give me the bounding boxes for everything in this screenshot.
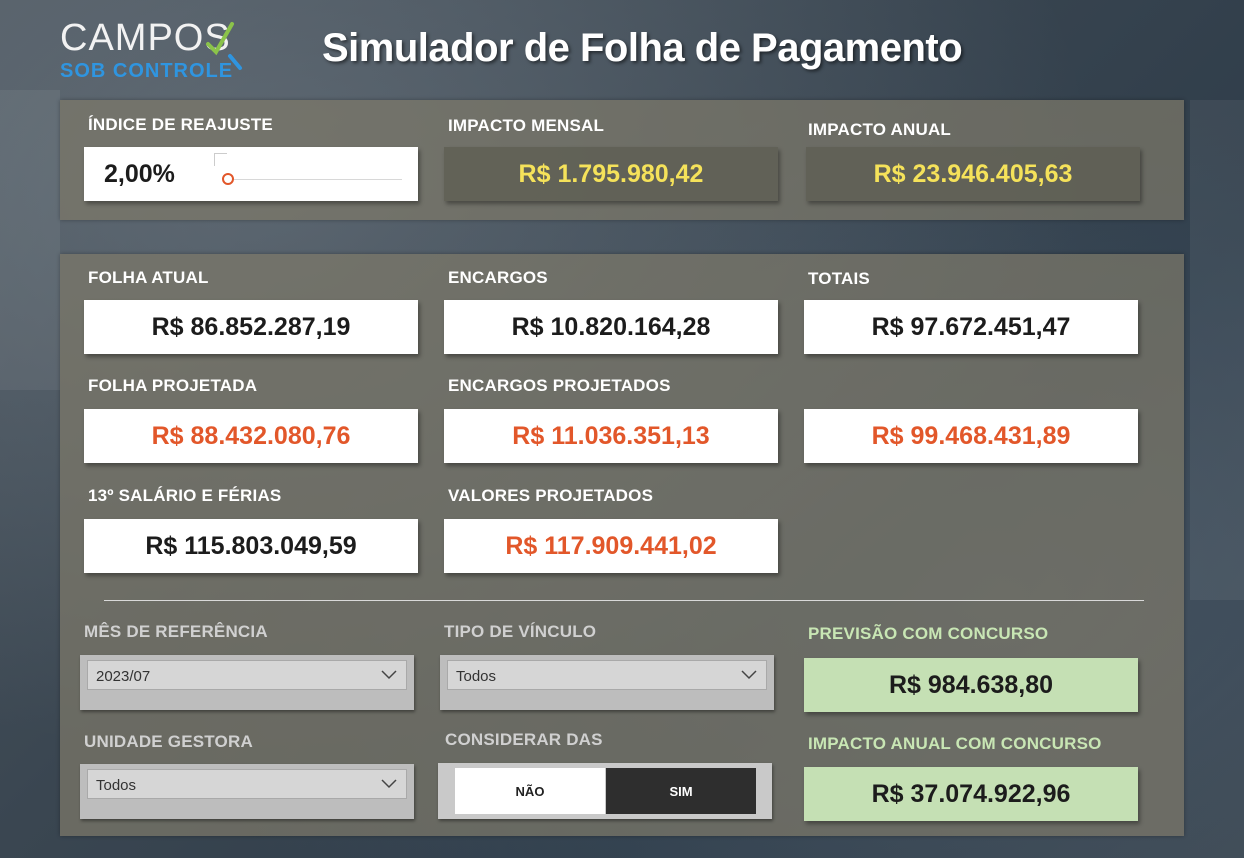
unidade-select[interactable]: Todos bbox=[87, 769, 407, 799]
indice-label: ÍNDICE DE REAJUSTE bbox=[88, 115, 273, 134]
impacto-concurso-label: IMPACTO ANUAL COM CONCURSO bbox=[808, 734, 1102, 753]
folha-projetada-value: R$ 88.432.080,76 bbox=[84, 409, 418, 463]
tipo-select[interactable]: Todos bbox=[447, 660, 767, 690]
das-label: CONSIDERAR DAS bbox=[445, 730, 603, 749]
indice-value: 2,00% bbox=[104, 160, 175, 188]
encargos-projetados-value: R$ 11.036.351,13 bbox=[444, 409, 778, 463]
impacto-concurso-value: R$ 37.074.922,96 bbox=[804, 767, 1138, 821]
tipo-selected-value: Todos bbox=[456, 668, 497, 685]
check-magnifier-icon bbox=[206, 22, 242, 70]
indice-slider-card: 2,00% bbox=[84, 147, 418, 201]
salario-ferias-label: 13º SALÁRIO E FÉRIAS bbox=[88, 486, 282, 505]
das-toggle: NÃO SIM bbox=[438, 763, 772, 819]
mes-label: MÊS DE REFERÊNCIA bbox=[84, 622, 268, 641]
impacto-anual-label: IMPACTO ANUAL bbox=[808, 120, 951, 139]
impacto-anual-value: R$ 23.946.405,63 bbox=[806, 147, 1140, 201]
section-divider bbox=[104, 600, 1144, 601]
unidade-dropdown[interactable]: Todos bbox=[80, 764, 414, 819]
background-shape bbox=[0, 90, 60, 390]
slider-track[interactable] bbox=[230, 179, 402, 180]
logo: CAMPOS SOB CONTROLE bbox=[60, 16, 260, 86]
valores-projetados-value: R$ 117.909.441,02 bbox=[444, 519, 778, 573]
das-option-nao[interactable]: NÃO bbox=[455, 768, 605, 814]
folha-atual-value: R$ 86.852.287,19 bbox=[84, 300, 418, 354]
valores-projetados-label: VALORES PROJETADOS bbox=[448, 486, 654, 505]
totais-projetados-value: R$ 99.468.431,89 bbox=[804, 409, 1138, 463]
slider-tick bbox=[214, 153, 227, 166]
salario-ferias-value: R$ 115.803.049,59 bbox=[84, 519, 418, 573]
encargos-value: R$ 10.820.164,28 bbox=[444, 300, 778, 354]
chevron-down-icon bbox=[741, 670, 757, 680]
chevron-down-icon bbox=[381, 779, 397, 789]
mes-select[interactable]: 2023/07 bbox=[87, 660, 407, 690]
totais-label: TOTAIS bbox=[808, 269, 870, 288]
slider-thumb[interactable] bbox=[222, 173, 234, 185]
previsao-value: R$ 984.638,80 bbox=[804, 658, 1138, 712]
chevron-down-icon bbox=[381, 670, 397, 680]
encargos-label: ENCARGOS bbox=[448, 268, 548, 287]
mes-selected-value: 2023/07 bbox=[96, 668, 151, 685]
encargos-projetados-label: ENCARGOS PROJETADOS bbox=[448, 376, 671, 395]
tipo-label: TIPO DE VÍNCULO bbox=[444, 622, 597, 641]
totais-value: R$ 97.672.451,47 bbox=[804, 300, 1138, 354]
mes-dropdown[interactable]: 2023/07 bbox=[80, 655, 414, 710]
impacto-mensal-label: IMPACTO MENSAL bbox=[448, 116, 605, 135]
unidade-label: UNIDADE GESTORA bbox=[84, 732, 253, 751]
unidade-selected-value: Todos bbox=[96, 777, 137, 794]
page-title: Simulador de Folha de Pagamento bbox=[322, 26, 963, 70]
impacto-mensal-value: R$ 1.795.980,42 bbox=[444, 147, 778, 201]
tipo-dropdown[interactable]: Todos bbox=[440, 655, 774, 710]
background-shape bbox=[1190, 100, 1244, 600]
folha-projetada-label: FOLHA PROJETADA bbox=[88, 376, 258, 395]
das-option-sim[interactable]: SIM bbox=[606, 768, 756, 814]
previsao-label: PREVISÃO COM CONCURSO bbox=[808, 624, 1049, 643]
folha-atual-label: FOLHA ATUAL bbox=[88, 268, 209, 287]
